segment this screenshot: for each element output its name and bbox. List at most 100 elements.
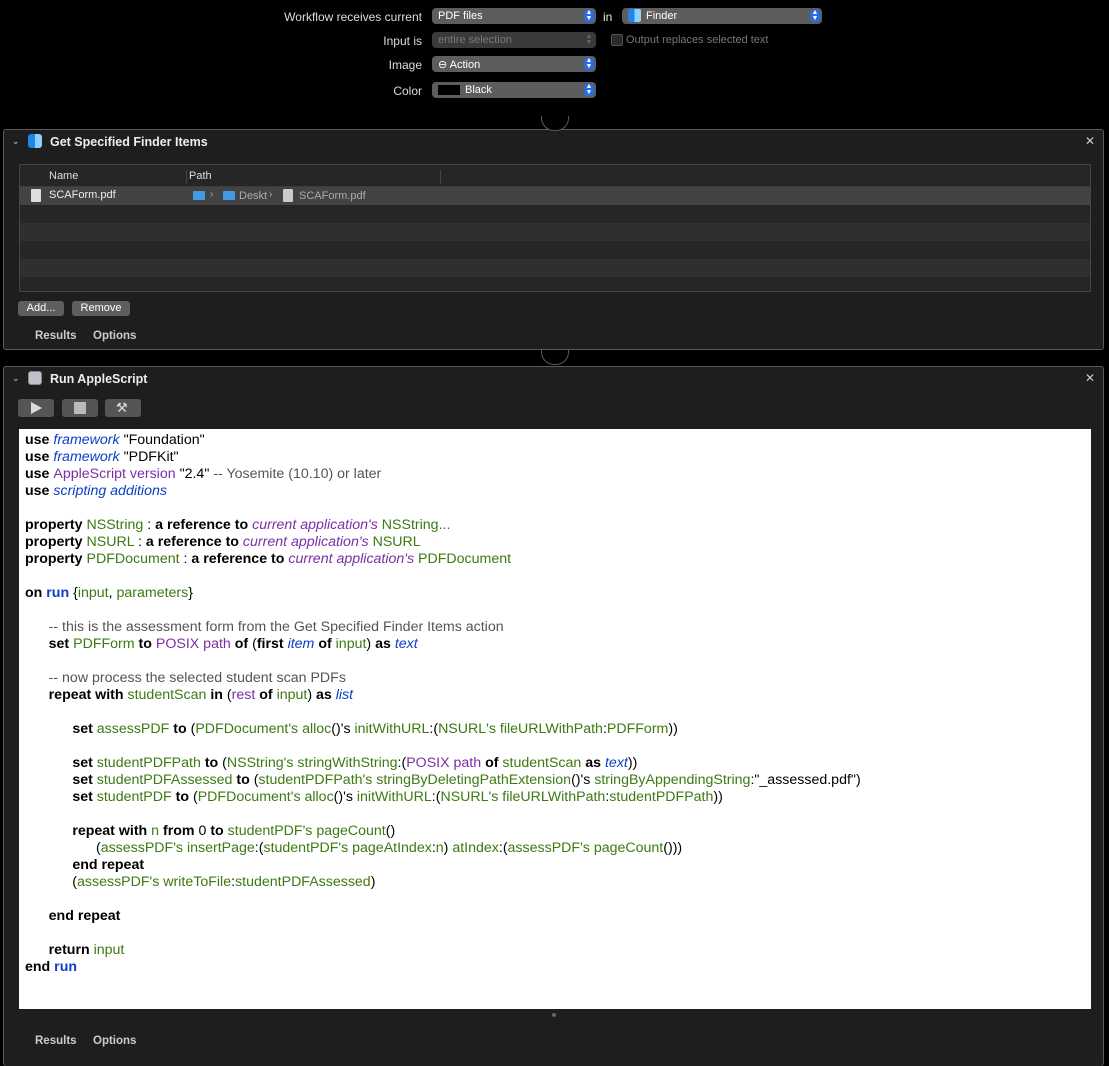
code-token: of <box>230 636 253 652</box>
code-token: input <box>276 687 308 703</box>
code-token: return <box>48 942 94 958</box>
code-token: end repeat <box>72 857 145 873</box>
app-popup[interactable]: Finder ▲ ▼ <box>622 8 822 24</box>
options-tab[interactable]: Options <box>93 330 136 342</box>
column-header-path[interactable]: Path <box>189 170 212 182</box>
code-token: studentScan <box>127 687 207 703</box>
code-token: )) <box>668 721 678 737</box>
code-line: end run <box>25 959 77 976</box>
image-value: ⊖ Action <box>438 58 481 71</box>
code-token: text <box>604 755 628 771</box>
close-icon[interactable]: ✕ <box>1085 134 1095 148</box>
code-token: () <box>385 823 396 839</box>
results-tab[interactable]: Results <box>35 1035 77 1047</box>
code-token: input <box>77 585 109 601</box>
code-token: )) <box>713 789 723 805</box>
code-token: of <box>481 755 503 771</box>
code-line: (assessPDF's writeToFile:studentPDFAsses… <box>25 874 375 891</box>
disclosure-chevron-icon[interactable]: ⌄ <box>12 373 20 384</box>
code-line: set PDFForm to POSIX path of (first item… <box>25 636 418 653</box>
code-token: item <box>287 636 315 652</box>
code-token: :( <box>397 755 407 771</box>
results-tab[interactable]: Results <box>35 330 77 342</box>
code-token: stringByAppendingString <box>594 772 751 788</box>
table-row <box>20 259 1090 277</box>
code-token: NSURL <box>86 534 135 550</box>
code-token: a reference to <box>191 551 289 567</box>
output-replaces-checkbox[interactable] <box>611 34 623 46</box>
add-button[interactable]: Add... <box>18 301 64 316</box>
stop-button[interactable] <box>62 399 98 417</box>
table-header: Name Path <box>20 165 1090 187</box>
close-icon[interactable]: ✕ <box>1085 371 1095 385</box>
code-token: studentPDFPath's stringByDeletingPathExt… <box>258 772 572 788</box>
file-name: SCAForm.pdf <box>49 189 116 201</box>
code-token: POSIX path <box>155 636 231 652</box>
code-line: property NSURL : a reference to current … <box>25 534 421 551</box>
remove-button[interactable]: Remove <box>72 301 130 316</box>
code-line: use AppleScript version "2.4" -- Yosemit… <box>25 466 381 483</box>
code-token: a reference to <box>145 534 243 550</box>
color-label: Color <box>393 84 422 98</box>
code-token: first <box>256 636 288 652</box>
code-token: NSString <box>377 517 439 533</box>
finder-items-table: Name Path SCAForm.pdf › Deskt › SCAForm.… <box>19 164 1091 292</box>
code-token: end <box>25 959 55 975</box>
code-token: PDFDocument's alloc <box>197 789 334 805</box>
in-label: in <box>603 10 613 24</box>
code-line: property NSString : a reference to curre… <box>25 517 450 534</box>
color-popup[interactable]: Black ▲ ▼ <box>432 82 596 98</box>
script-editor[interactable]: use framework "Foundation" use framework … <box>19 429 1091 1009</box>
input-is-label: Input is <box>383 34 422 48</box>
output-replaces-label: Output replaces selected text <box>626 34 769 46</box>
folder-icon <box>193 191 205 200</box>
play-icon <box>31 402 42 414</box>
code-token: input <box>93 942 125 958</box>
chevron-right-icon: › <box>269 189 273 200</box>
run-button[interactable] <box>18 399 54 417</box>
code-token: atIndex <box>452 840 499 856</box>
code-token: ()'s <box>331 721 355 737</box>
finder-icon <box>28 134 42 148</box>
folder-icon <box>223 191 235 200</box>
code-token: ) <box>370 874 376 890</box>
code-token: list <box>335 687 354 703</box>
code-token: property <box>25 534 87 550</box>
input-is-popup[interactable]: entire selection ▲ ▼ <box>432 32 596 48</box>
code-token: :"_assessed.pdf") <box>750 772 861 788</box>
resize-handle[interactable] <box>552 1013 556 1017</box>
finder-icon <box>628 9 641 22</box>
code-token: assessPDF's insertPage <box>100 840 255 856</box>
column-header-name[interactable]: Name <box>49 170 78 182</box>
receives-popup[interactable]: PDF files ▲ ▼ <box>432 8 596 24</box>
code-token: current application's <box>288 551 415 567</box>
popup-arrows-icon: ▲ ▼ <box>584 57 594 70</box>
workflow-settings: Workflow receives current PDF files ▲ ▼ i… <box>0 0 1109 112</box>
code-token: PDFDocument <box>86 551 180 567</box>
table-row <box>20 205 1090 223</box>
code-token: from <box>159 823 199 839</box>
code-token: PDFForm <box>73 636 135 652</box>
code-token: NSURL <box>368 534 421 550</box>
code-token: rest <box>231 687 256 703</box>
code-token: as <box>316 687 336 703</box>
image-popup[interactable]: ⊖ Action ▲ ▼ <box>432 56 596 72</box>
action-header: ⌄ Run AppleScript ✕ <box>4 367 1103 391</box>
code-token: text <box>394 636 418 652</box>
code-token: initWithURL <box>356 789 432 805</box>
table-row[interactable]: SCAForm.pdf › Deskt › SCAForm.pdf <box>20 187 1090 205</box>
options-tab[interactable]: Options <box>93 1035 136 1047</box>
disclosure-chevron-icon[interactable]: ⌄ <box>12 136 20 147</box>
code-token: studentPDFPath <box>609 789 714 805</box>
code-token: :( <box>498 840 508 856</box>
code-token: end repeat <box>48 908 121 924</box>
code-token: n <box>435 840 444 856</box>
compile-button[interactable]: ⚒ <box>105 399 141 417</box>
code-token: : <box>143 517 156 533</box>
code-token: ()'s <box>571 772 595 788</box>
code-token: as <box>581 755 605 771</box>
code-token: -- this is the assessment form from the … <box>25 619 504 635</box>
finder-items-action: ⌄ Get Specified Finder Items ✕ Name Path… <box>3 129 1104 350</box>
